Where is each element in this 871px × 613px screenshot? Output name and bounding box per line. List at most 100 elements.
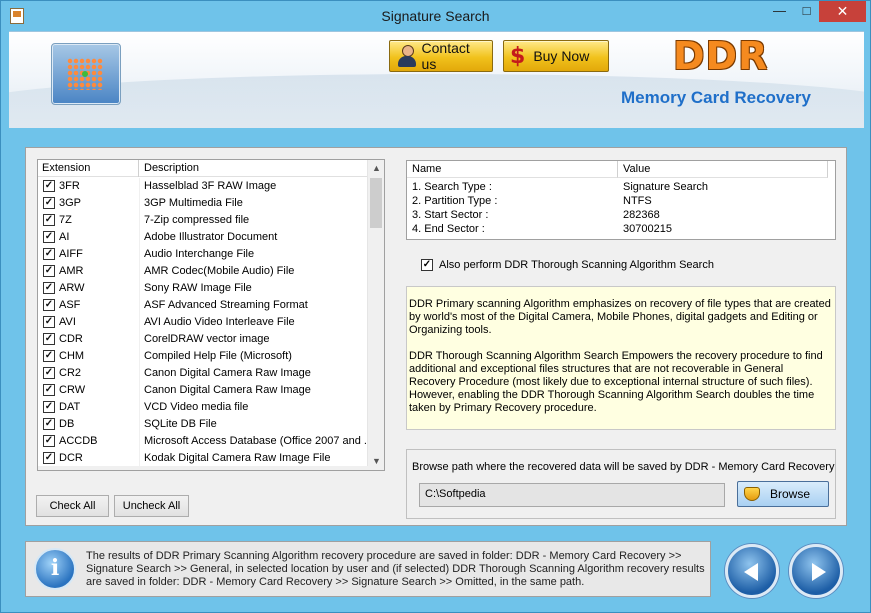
table-row: 2. Partition Type : NTFS <box>407 195 835 209</box>
extension-cell: CRW <box>59 384 86 396</box>
next-button[interactable] <box>789 544 843 598</box>
column-header-name[interactable]: Name <box>407 161 618 178</box>
extension-checkbox[interactable]: ✓ <box>43 435 55 447</box>
list-item[interactable]: ✓ CR2 Canon Digital Camera Raw Image <box>38 365 368 382</box>
info-icon: i <box>34 548 76 590</box>
status-bar: i The results of DDR Primary Scanning Al… <box>25 541 711 597</box>
description-cell: CorelDRAW vector image <box>144 333 270 345</box>
column-header-description[interactable]: Description <box>139 160 368 177</box>
algorithm-description: DDR Primary scanning Algorithm emphasize… <box>406 286 836 430</box>
horizontal-scrollbar[interactable] <box>38 466 384 470</box>
extension-cell: ASF <box>59 299 81 311</box>
extension-checkbox[interactable]: ✓ <box>43 180 55 192</box>
extension-checkbox[interactable]: ✓ <box>43 265 55 277</box>
description-cell: Audio Interchange File <box>144 248 255 260</box>
list-item[interactable]: ✓ ASF ASF Advanced Streaming Format <box>38 297 368 314</box>
status-message: The results of DDR Primary Scanning Algo… <box>86 550 705 588</box>
column-header-extension[interactable]: Extension <box>38 160 139 177</box>
scroll-up-icon[interactable]: ▲ <box>368 160 384 177</box>
extension-checkbox[interactable]: ✓ <box>43 367 55 379</box>
list-header: Extension Description <box>38 160 368 177</box>
extension-cell: 7Z <box>59 214 72 226</box>
list-item[interactable]: ✓ AI Adobe Illustrator Document <box>38 229 368 246</box>
extension-checkbox[interactable]: ✓ <box>43 214 55 226</box>
contact-us-button[interactable]: Contact us <box>389 40 493 72</box>
list-item[interactable]: ✓ AVI AVI Audio Video Interleave File <box>38 314 368 331</box>
description-cell: AMR Codec(Mobile Audio) File <box>144 265 295 277</box>
list-item[interactable]: ✓ CHM Compiled Help File (Microsoft) <box>38 348 368 365</box>
column-header-value[interactable]: Value <box>618 161 828 178</box>
check-all-button[interactable]: Check All <box>36 495 109 517</box>
browse-button[interactable]: Browse <box>737 481 829 507</box>
description-cell: Adobe Illustrator Document <box>144 231 278 243</box>
back-button[interactable] <box>725 544 779 598</box>
list-item[interactable]: ✓ AMR AMR Codec(Mobile Audio) File <box>38 263 368 280</box>
browse-label: Browse path where the recovered data wil… <box>412 461 835 473</box>
close-button[interactable]: ✕ <box>819 1 866 22</box>
info-name: 3. Start Sector : <box>412 209 489 221</box>
extension-list[interactable]: Extension Description ✓ 3FR Hasselblad 3F … <box>37 159 385 471</box>
list-item[interactable]: ✓ AIFF Audio Interchange File <box>38 246 368 263</box>
description-cell: Kodak Digital Camera Raw Image File <box>144 452 331 464</box>
list-item[interactable]: ✓ ARW Sony RAW Image File <box>38 280 368 297</box>
contact-us-label: Contact us <box>421 40 470 72</box>
list-item[interactable]: ✓ 7Z 7-Zip compressed file <box>38 212 368 229</box>
description-cell: 7-Zip compressed file <box>144 214 250 226</box>
extension-cell: CDR <box>59 333 83 345</box>
extension-checkbox[interactable]: ✓ <box>43 401 55 413</box>
list-item[interactable]: ✓ ACCDB Microsoft Access Database (Office … <box>38 433 368 450</box>
description-cell: Sony RAW Image File <box>144 282 252 294</box>
extension-checkbox[interactable]: ✓ <box>43 452 55 464</box>
extension-checkbox[interactable]: ✓ <box>43 384 55 396</box>
extension-cell: AMR <box>59 265 84 277</box>
search-info-table: Name Value 1. Search Type : Signature Se… <box>406 160 836 240</box>
info-value: NTFS <box>623 195 652 207</box>
extension-cell: CHM <box>59 350 85 362</box>
extension-cell: ACCDB <box>59 435 98 447</box>
list-item[interactable]: ✓ 3GP 3GP Multimedia File <box>38 195 368 212</box>
title-bar: Signature Search — □ ✕ <box>1 1 870 31</box>
info-name: 1. Search Type : <box>412 181 492 193</box>
description-cell: 3GP Multimedia File <box>144 197 243 209</box>
minimize-button[interactable]: — <box>766 1 793 22</box>
thorough-scan-label: Also perform DDR Thorough Scanning Algor… <box>439 259 714 271</box>
vertical-scrollbar[interactable]: ▲ ▼ <box>367 160 384 470</box>
description-cell: Microsoft Access Database (Office 2007 a… <box>144 435 366 447</box>
scroll-thumb[interactable] <box>370 178 382 228</box>
extension-checkbox[interactable]: ✓ <box>43 197 55 209</box>
list-item[interactable]: ✓ CRW Canon Digital Camera Raw Image <box>38 382 368 399</box>
thorough-scan-checkbox[interactable]: ✓ <box>421 259 433 271</box>
extension-cell: DB <box>59 418 75 430</box>
buy-now-button[interactable]: $ Buy Now <box>503 40 609 72</box>
extension-checkbox[interactable]: ✓ <box>43 333 55 345</box>
info-value: 30700215 <box>623 223 672 235</box>
description-cell: Canon Digital Camera Raw Image <box>144 367 311 379</box>
product-name: Memory Card Recovery <box>621 88 811 107</box>
extension-checkbox[interactable]: ✓ <box>43 299 55 311</box>
extension-checkbox[interactable]: ✓ <box>43 350 55 362</box>
uncheck-all-button[interactable]: Uncheck All <box>114 495 189 517</box>
shield-icon <box>744 487 760 501</box>
list-item[interactable]: ✓ DB SQLite DB File <box>38 416 368 433</box>
list-item[interactable]: ✓ 3FR Hasselblad 3F RAW Image <box>38 178 368 195</box>
list-item[interactable]: ✓ CDR CorelDRAW vector image <box>38 331 368 348</box>
browse-group: Browse path where the recovered data wil… <box>406 449 836 519</box>
extension-checkbox[interactable]: ✓ <box>43 316 55 328</box>
extension-checkbox[interactable]: ✓ <box>43 282 55 294</box>
info-name: 4. End Sector : <box>412 223 485 235</box>
extension-checkbox[interactable]: ✓ <box>43 418 55 430</box>
description-cell: Compiled Help File (Microsoft) <box>144 350 292 362</box>
save-path-field[interactable]: C:\Softpedia <box>419 483 725 507</box>
table-row: 3. Start Sector : 282368 <box>407 209 835 223</box>
list-item[interactable]: ✓ DAT VCD Video media file <box>38 399 368 416</box>
table-row: 4. End Sector : 30700215 <box>407 223 835 237</box>
info-value: 282368 <box>623 209 660 221</box>
table-row: 1. Search Type : Signature Search <box>407 181 835 195</box>
extension-checkbox[interactable]: ✓ <box>43 231 55 243</box>
extension-checkbox[interactable]: ✓ <box>43 248 55 260</box>
list-item[interactable]: ✓ DCR Kodak Digital Camera Raw Image File <box>38 450 368 467</box>
extension-cell: 3GP <box>59 197 82 209</box>
person-icon <box>396 44 417 68</box>
description-cell: AVI Audio Video Interleave File <box>144 316 295 328</box>
maximize-button[interactable]: □ <box>793 1 820 22</box>
